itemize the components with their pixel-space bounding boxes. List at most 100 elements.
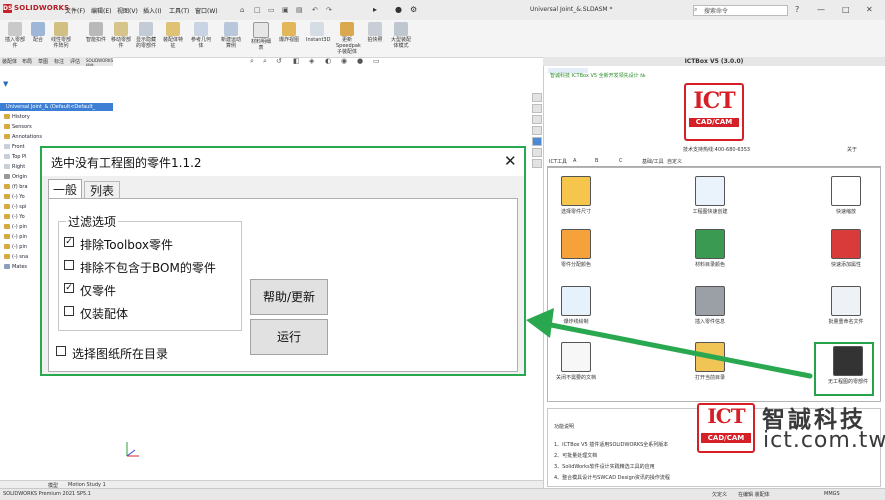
tool-batch-rename[interactable]: 批量重命名文件	[816, 286, 876, 325]
options-gear-icon[interactable]: ⚙	[410, 5, 417, 14]
tree-item-history[interactable]: History	[4, 114, 30, 120]
tab-ict-tools[interactable]: ICT工具	[549, 158, 567, 165]
solidworks-logo[interactable]: DSSOLIDWORKS	[3, 4, 69, 13]
tool-material-catalog-colors[interactable]: 材料目录颜色	[680, 229, 740, 268]
exclude-non-bom-checkbox[interactable]	[64, 260, 74, 270]
assembly-features-button[interactable]: 装配体特征	[162, 22, 184, 49]
open-folder-icon[interactable]: ▭	[268, 6, 275, 14]
dialog-close-button[interactable]: ✕	[504, 152, 517, 170]
tab-layout[interactable]: 布局	[22, 58, 32, 65]
menu-file[interactable]: 文件(F)	[65, 6, 85, 15]
scene-icon[interactable]: ▭	[373, 57, 380, 65]
tree-item-sensors[interactable]: Sensors	[4, 124, 32, 130]
save-icon[interactable]: ▣	[282, 6, 289, 14]
menu-tools[interactable]: 工具(T)	[169, 6, 189, 15]
tab-sketch[interactable]: 草图	[38, 58, 48, 65]
tab-markup[interactable]: 标注	[54, 58, 64, 65]
tree-item-component[interactable]: (-) pin	[4, 234, 27, 240]
insert-component-button[interactable]: 插入零部件	[4, 22, 26, 49]
tab-a[interactable]: A	[573, 158, 576, 164]
display-style-icon[interactable]: ◐	[325, 57, 331, 65]
search-input[interactable]: 搜索命令	[693, 5, 788, 16]
tab-assembly[interactable]: 装配体	[2, 58, 17, 65]
mate-button[interactable]: 配合	[27, 22, 49, 43]
print-icon[interactable]: ▤	[296, 6, 303, 14]
select-arrow-icon[interactable]: ▸	[373, 5, 377, 14]
hide-show-icon[interactable]: ◉	[341, 57, 347, 65]
tree-item-top-plane[interactable]: Top Pl	[4, 154, 26, 160]
task-library-icon[interactable]	[532, 115, 542, 124]
linear-pattern-button[interactable]: 线性零部件阵列	[50, 22, 72, 49]
tree-item-component[interactable]: (-) pin	[4, 224, 27, 230]
appearance-icon[interactable]: ●	[357, 57, 363, 65]
exclude-toolbox-checkbox[interactable]: ✓	[64, 237, 74, 247]
new-motion-study-button[interactable]: 新建运动算例	[220, 22, 242, 49]
tab-general[interactable]: 一般	[48, 179, 82, 199]
menu-edit[interactable]: 编辑(E)	[91, 6, 111, 15]
exploded-view-button[interactable]: 爆炸视图	[278, 22, 300, 43]
status-units[interactable]: MMGS	[824, 491, 840, 497]
tree-item-component[interactable]: (f) bra	[4, 184, 28, 190]
tree-item-component[interactable]: (-) Yo	[4, 194, 25, 200]
tool-drawing-quick-create[interactable]: 工程图快速创建	[680, 176, 740, 215]
new-file-icon[interactable]: □	[254, 6, 261, 14]
help-update-button[interactable]: 帮助/更新	[250, 279, 328, 315]
section-view-icon[interactable]: ◧	[293, 57, 300, 65]
large-assembly-mode-button[interactable]: 大型装配体模式	[390, 22, 412, 49]
redo-icon[interactable]: ↷	[326, 6, 332, 14]
maximize-button[interactable]: □	[842, 5, 850, 14]
menu-view[interactable]: 视图(V)	[117, 6, 138, 15]
tree-item-front-plane[interactable]: Front	[4, 144, 25, 150]
show-hidden-button[interactable]: 显示隐藏的零部件	[135, 22, 157, 49]
tab-list[interactable]: 列表	[84, 181, 120, 199]
tree-item-component[interactable]: (-) pin	[4, 244, 27, 250]
parts-only-checkbox[interactable]: ✓	[64, 283, 74, 293]
ictbox-about-link[interactable]: 关于	[847, 146, 857, 153]
menu-insert[interactable]: 插入(I)	[143, 6, 161, 15]
tool-quick-add-properties[interactable]: 快速添加属性	[816, 229, 876, 268]
bill-of-materials-button[interactable]: 材料明细表	[250, 22, 272, 51]
tree-item-annotations[interactable]: Annotations	[4, 134, 42, 140]
update-speedpak-button[interactable]: 更新Speedpak子装配体	[336, 22, 361, 55]
menu-window[interactable]: 窗口(W)	[195, 6, 218, 15]
task-appearances-icon[interactable]	[532, 148, 542, 157]
tree-root-assembly[interactable]: Universal Joint_& (Default<Default_	[0, 103, 113, 111]
tab-basic-tools[interactable]: 基础/工具	[642, 158, 664, 165]
instant3d-button[interactable]: Instant3D	[306, 22, 330, 43]
task-resources-icon[interactable]	[532, 104, 542, 113]
minimize-button[interactable]: —	[817, 5, 825, 14]
close-window-button[interactable]: ✕	[866, 5, 873, 14]
tree-item-mates[interactable]: Mates	[4, 264, 27, 270]
zoom-area-icon[interactable]: ⌕	[263, 57, 267, 66]
move-component-button[interactable]: 移动零部件	[110, 22, 132, 49]
tree-item-origin[interactable]: Origin	[4, 174, 27, 180]
tree-item-component[interactable]: (-) Yo	[4, 214, 25, 220]
tree-item-component[interactable]: (-) sna	[4, 254, 28, 260]
filter-icon[interactable]: ▼	[3, 80, 8, 88]
assemblies-only-checkbox[interactable]	[64, 306, 74, 316]
rebuild-icon[interactable]: ●	[395, 5, 402, 14]
home-icon[interactable]: ⌂	[240, 6, 244, 14]
previous-view-icon[interactable]: ↺	[276, 57, 282, 65]
tab-evaluate[interactable]: 评估	[70, 58, 80, 65]
tab-b[interactable]: B	[595, 158, 598, 164]
zoom-fit-icon[interactable]: ⌕	[250, 57, 254, 66]
tool-select-part-dimension[interactable]: 选择零件尺寸	[546, 176, 606, 215]
tool-quick-zoom[interactable]: 快速缩放	[816, 176, 876, 215]
undo-icon[interactable]: ↶	[312, 6, 318, 14]
dialog-title-bar[interactable]: 选中没有工程图的零件1.1.2 ✕	[42, 148, 524, 176]
take-snapshot-button[interactable]: 拍快照	[364, 22, 386, 43]
tool-part-colors[interactable]: 零件分配颜色	[546, 229, 606, 268]
tree-item-right-plane[interactable]: Right	[4, 164, 25, 170]
tab-custom[interactable]: 自定义	[667, 158, 682, 165]
run-button[interactable]: 运行	[250, 319, 328, 355]
select-drawing-folder-checkbox[interactable]	[56, 346, 66, 356]
tab-c[interactable]: C	[619, 158, 623, 164]
help-icon[interactable]: ?	[795, 5, 799, 14]
reference-geometry-button[interactable]: 参考几何体	[190, 22, 212, 49]
task-explorer-icon[interactable]	[532, 126, 542, 135]
task-custom-icon[interactable]	[532, 159, 542, 168]
task-home-icon[interactable]	[532, 93, 542, 102]
view-orientation-icon[interactable]: ◈	[309, 57, 314, 65]
smart-fasteners-button[interactable]: 智能扣件	[85, 22, 107, 43]
